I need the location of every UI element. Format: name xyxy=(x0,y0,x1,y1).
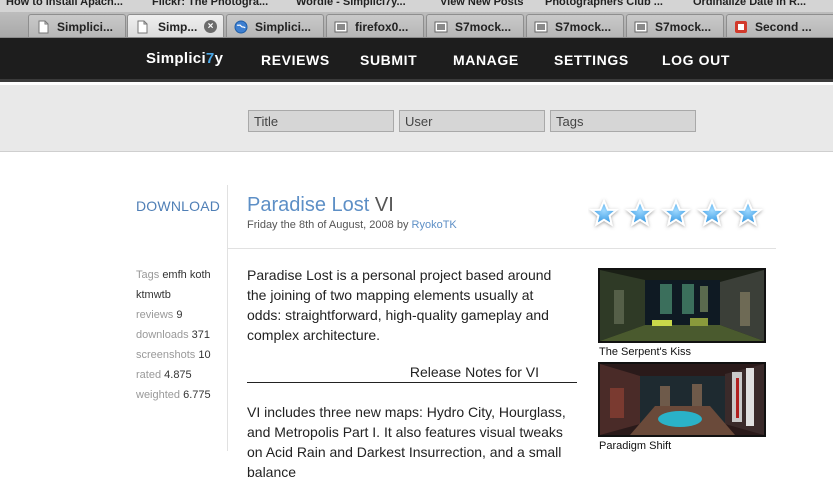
image-icon xyxy=(334,21,348,33)
tab-label: Simplici... xyxy=(57,20,114,34)
nav-logout[interactable]: LOG OUT xyxy=(662,52,730,68)
map-version: VI xyxy=(374,194,394,216)
logo-accent: 7 xyxy=(205,50,215,67)
author-link[interactable]: RyokoTK xyxy=(412,219,457,231)
release-notes-heading: Release Notes for VI xyxy=(409,364,539,380)
meta-value: 371 xyxy=(191,329,211,341)
page-icon xyxy=(137,20,148,34)
meta-tags-cont: ktmwtb xyxy=(136,289,171,301)
meta-screenshots: screenshots 10 xyxy=(136,349,211,361)
tab-label: S7mock... xyxy=(455,20,512,34)
rating-stars xyxy=(588,198,764,227)
release-notes-rule xyxy=(247,382,577,383)
page-title: Paradise Lost VI xyxy=(247,194,394,217)
tab-label: Second ... xyxy=(755,20,812,34)
image-icon xyxy=(534,21,548,33)
meta-downloads: downloads 371 xyxy=(136,329,210,341)
star-icon[interactable] xyxy=(696,198,728,227)
browser-tab[interactable]: firefox0... xyxy=(326,14,424,37)
screenshot-thumbnail[interactable] xyxy=(598,362,766,437)
meta-label: Tags xyxy=(136,269,160,281)
close-icon[interactable]: × xyxy=(204,20,217,33)
browser-tab[interactable]: Simplici... xyxy=(28,14,126,37)
image-icon xyxy=(434,21,448,33)
bookmark-link[interactable]: View New Posts xyxy=(440,0,524,8)
browser-tab-strip: Simplici... Simp... × Simplici... firefo… xyxy=(0,12,833,38)
map-title[interactable]: Paradise Lost xyxy=(247,194,369,216)
meta-label: weighted xyxy=(136,389,181,401)
meta-reviews: reviews 9 xyxy=(136,309,182,321)
tab-label: S7mock... xyxy=(655,20,712,34)
tab-label: Simplici... xyxy=(255,20,312,34)
bookmark-link[interactable]: Wordle - Simplici7y... xyxy=(296,0,406,8)
release-notes-text: VI includes three new maps: Hydro City, … xyxy=(247,404,566,480)
nav-settings[interactable]: SETTINGS xyxy=(554,52,629,68)
screenshot-caption[interactable]: Paradigm Shift xyxy=(599,440,671,452)
star-icon[interactable] xyxy=(588,198,620,227)
red-icon xyxy=(735,21,747,33)
browser-tab[interactable]: Second ... xyxy=(726,14,833,37)
tab-label: Simp... xyxy=(158,20,198,34)
meta-value: 9 xyxy=(176,309,183,321)
browser-tab[interactable]: Simplici... xyxy=(226,14,324,37)
screenshot-caption[interactable]: The Serpent's Kiss xyxy=(599,346,691,358)
bookmarks-bar: How to install Apach... Flickr: The Phot… xyxy=(0,0,833,12)
bookmark-link[interactable]: How to install Apach... xyxy=(6,0,123,8)
search-bar xyxy=(0,85,833,152)
logo-text: y xyxy=(214,50,224,67)
site-logo[interactable]: Simplici7y xyxy=(146,50,223,67)
meta-label: reviews xyxy=(136,309,174,321)
star-icon[interactable] xyxy=(624,198,656,227)
nav-reviews[interactable]: REVIEWS xyxy=(261,52,330,68)
meta-label: rated xyxy=(136,369,162,381)
browser-tab[interactable]: S7mock... xyxy=(426,14,524,37)
page-icon xyxy=(38,20,49,34)
screenshot-image xyxy=(600,364,764,435)
tags-search-input[interactable] xyxy=(550,110,696,132)
bookmark-link[interactable]: Flickr: The Photogra... xyxy=(152,0,268,8)
tag-link[interactable]: ktmwtb xyxy=(136,289,171,301)
tab-label: S7mock... xyxy=(555,20,612,34)
tab-label: firefox0... xyxy=(355,20,409,34)
meta-label: screenshots xyxy=(136,349,196,361)
image-icon xyxy=(634,21,648,33)
user-search-input[interactable] xyxy=(399,110,545,132)
post-byline: Friday the 8th of August, 2008 by RyokoT… xyxy=(247,219,457,231)
bookmark-link[interactable]: Photographers Club ... xyxy=(545,0,663,8)
column-divider xyxy=(227,185,228,451)
logo-text: Simplici xyxy=(146,50,206,67)
meta-value: 10 xyxy=(198,349,211,361)
tag-link[interactable]: emfh koth xyxy=(162,269,210,281)
meta-rated: rated 4.875 xyxy=(136,369,192,381)
screenshot-image xyxy=(600,270,764,341)
meta-label: downloads xyxy=(136,329,189,341)
post-date: Friday the 8th of August, 2008 by xyxy=(247,219,409,231)
star-icon[interactable] xyxy=(660,198,692,227)
meta-value: 6.775 xyxy=(183,389,211,401)
screenshot-thumbnail[interactable] xyxy=(598,268,766,343)
download-link[interactable]: DOWNLOAD xyxy=(136,198,220,214)
browser-tab[interactable]: S7mock... xyxy=(626,14,724,37)
star-icon[interactable] xyxy=(732,198,764,227)
nav-submit[interactable]: SUBMIT xyxy=(360,52,417,68)
bookmark-link[interactable]: Ordinalize Date in R... xyxy=(693,0,806,8)
globe-icon xyxy=(234,20,248,34)
meta-value: 4.875 xyxy=(164,369,192,381)
nav-manage[interactable]: MANAGE xyxy=(453,52,519,68)
browser-tab[interactable]: S7mock... xyxy=(526,14,624,37)
browser-tab-active[interactable]: Simp... × xyxy=(127,14,224,37)
header-divider xyxy=(227,248,776,249)
meta-weighted: weighted 6.775 xyxy=(136,389,211,401)
site-navbar: Simplici7y REVIEWS SUBMIT MANAGE SETTING… xyxy=(0,38,833,82)
meta-tags: Tags emfh koth xyxy=(136,269,211,281)
map-description: Paradise Lost is a personal project base… xyxy=(247,267,552,343)
title-search-input[interactable] xyxy=(248,110,394,132)
